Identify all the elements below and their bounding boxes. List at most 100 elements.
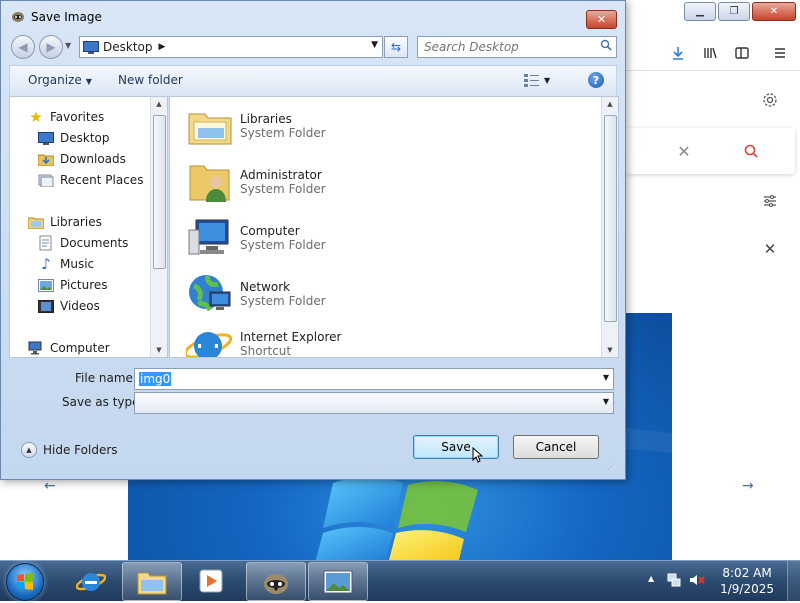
help-icon[interactable]: ? [588, 72, 604, 88]
system-tray: ▲ 8:02 AM 1/9/2025 [630, 561, 800, 601]
nav-item-documents[interactable]: Documents [38, 233, 128, 253]
windows-logo-icon [17, 573, 33, 590]
file-item-computer[interactable]: Computer System Folder [186, 213, 566, 263]
refresh-button[interactable]: ⇆ [384, 36, 408, 58]
clear-icon[interactable]: ✕ [673, 140, 695, 162]
back-arrow-icon[interactable]: ← [44, 478, 56, 494]
menu-icon[interactable] [769, 42, 791, 64]
hide-folders-toggle[interactable]: ▲ Hide Folders [21, 442, 118, 458]
taskbar: ▲ 8:02 AM 1/9/2025 [0, 560, 800, 601]
network-status-icon[interactable] [666, 572, 682, 591]
taskbar-photo-viewer[interactable] [308, 562, 368, 601]
nav-item-desktop[interactable]: Desktop [38, 128, 110, 148]
address-bar[interactable]: Desktop ▶ ▼ [79, 36, 383, 58]
restore-button[interactable]: ❐ [718, 2, 750, 21]
nav-item-label: Favorites [50, 110, 105, 124]
organize-menu[interactable]: Organize ▼ [28, 73, 92, 87]
back-button[interactable]: ◀ [11, 35, 35, 59]
downloads-icon [38, 151, 54, 167]
user-folder-icon [189, 165, 230, 202]
nav-item-pictures[interactable]: Pictures [38, 275, 108, 295]
library-icon[interactable] [699, 42, 721, 64]
nav-item-music[interactable]: ♪ Music [38, 254, 94, 274]
volume-muted-icon[interactable] [688, 572, 706, 591]
raccoon-browser-icon [264, 573, 288, 594]
nav-item-label: Documents [60, 236, 129, 250]
file-type: System Folder [240, 294, 326, 308]
nav-item-favorites[interactable]: ★ Favorites [28, 107, 104, 127]
show-hidden-icons-icon[interactable]: ▲ [648, 574, 654, 583]
file-name: Administrator [240, 168, 322, 182]
scrollbar-thumb[interactable] [604, 115, 617, 322]
file-name-label: File name: [75, 371, 137, 385]
nav-item-label: Desktop [60, 131, 110, 145]
network-icon [189, 275, 231, 312]
search-icon[interactable] [740, 140, 762, 162]
cancel-button[interactable]: Cancel [513, 435, 599, 459]
sidebar-icon[interactable] [731, 42, 753, 64]
close-button[interactable]: ✕ [752, 2, 796, 21]
scroll-up-arrow-icon[interactable]: ▲ [151, 97, 167, 111]
file-item-network[interactable]: Network System Folder [186, 269, 566, 319]
nav-item-recent-places[interactable]: Recent Places [38, 170, 143, 190]
new-folder-button[interactable]: New folder [118, 73, 183, 87]
file-name-field[interactable]: img0 ▼ [134, 368, 614, 390]
file-list-pane: Libraries System Folder Administrator Sy… [169, 96, 619, 358]
download-icon[interactable] [667, 42, 689, 64]
file-item-administrator[interactable]: Administrator System Folder [186, 157, 566, 207]
view-options-button[interactable]: ▼ [524, 73, 550, 87]
nav-pane-scrollbar[interactable]: ▲ ▼ [150, 97, 167, 357]
taskbar-internet-explorer[interactable] [62, 562, 120, 599]
forward-button[interactable]: ▶ [39, 35, 63, 59]
hide-folders-label: Hide Folders [43, 443, 118, 457]
dismiss-icon[interactable]: ✕ [759, 238, 781, 260]
save-as-type-select[interactable]: ▼ [134, 392, 614, 414]
minimize-button[interactable]: ▁ [684, 2, 716, 21]
save-button[interactable]: Save [413, 435, 499, 459]
filter-sliders-icon[interactable] [759, 190, 781, 212]
organize-dropdown-icon: ▼ [85, 77, 92, 86]
address-location: Desktop [103, 40, 153, 54]
scroll-up-arrow-icon[interactable]: ▲ [602, 97, 618, 111]
scrollbar-thumb[interactable] [153, 115, 166, 269]
magnifier-icon[interactable] [600, 39, 612, 54]
nav-item-downloads[interactable]: Downloads [38, 149, 126, 169]
taskbar-explorer[interactable] [122, 562, 182, 601]
command-bar: Organize ▼ New folder ▼ ? [9, 65, 617, 97]
forward-arrow-icon[interactable]: → [742, 478, 754, 494]
videos-icon [38, 298, 54, 314]
breadcrumb-arrow-icon[interactable]: ▶ [159, 42, 166, 52]
file-item-libraries[interactable]: Libraries System Folder [186, 101, 566, 151]
clock[interactable]: 8:02 AM 1/9/2025 [720, 565, 774, 597]
start-button[interactable] [6, 563, 44, 601]
file-type: System Folder [240, 238, 326, 252]
browser-window-controls: ▁ ❐ ✕ [684, 2, 796, 21]
file-item-internet-explorer[interactable]: Internet Explorer Shortcut [186, 319, 566, 357]
address-dropdown-icon[interactable]: ▼ [371, 40, 378, 50]
nav-item-computer[interactable]: Computer [28, 338, 110, 357]
search-box[interactable] [417, 36, 617, 58]
taskbar-media-player[interactable] [182, 562, 240, 599]
computer-icon [188, 219, 229, 255]
nav-item-label: Pictures [60, 278, 108, 292]
file-name-value[interactable]: img0 [139, 372, 172, 386]
desktop-location-icon [83, 40, 99, 54]
save-image-dialog: Save Image ✕ ◀ ▶ ▼ Desktop ▶ ▼ ⇆ Organiz… [0, 0, 626, 480]
libraries-folder-icon [188, 113, 232, 145]
nav-item-libraries[interactable]: Libraries [28, 212, 102, 232]
nav-item-videos[interactable]: Videos [38, 296, 100, 316]
recent-locations-chevron-icon[interactable]: ▼ [65, 41, 71, 50]
scroll-down-arrow-icon[interactable]: ▼ [602, 343, 618, 357]
scroll-down-arrow-icon[interactable]: ▼ [151, 343, 167, 357]
file-pane-scrollbar[interactable]: ▲ ▼ [601, 97, 618, 357]
search-input[interactable] [422, 39, 596, 55]
taskbar-browser[interactable] [246, 562, 306, 601]
dialog-close-button[interactable]: ✕ [586, 10, 617, 29]
show-desktop-button[interactable] [787, 561, 800, 601]
settings-gear-icon[interactable] [759, 89, 781, 111]
clock-date: 1/9/2025 [720, 582, 774, 596]
resize-grip-icon[interactable]: ⋰ [607, 462, 617, 472]
save-as-type-dropdown-icon[interactable]: ▼ [603, 397, 609, 406]
file-name-dropdown-icon[interactable]: ▼ [603, 373, 609, 382]
nav-item-label: Recent Places [60, 173, 144, 187]
